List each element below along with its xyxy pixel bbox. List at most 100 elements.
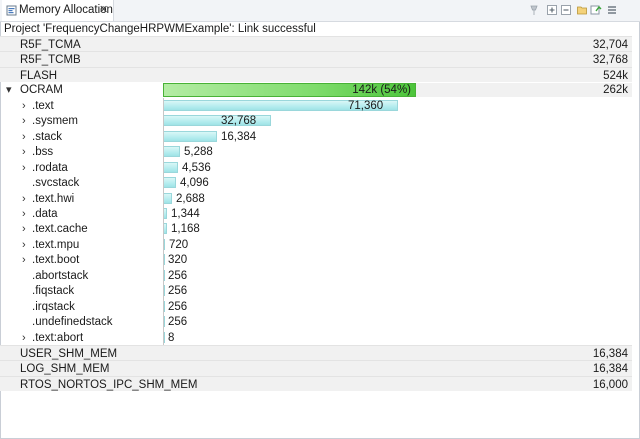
section-name: .bss (32, 146, 54, 159)
region-name: RTOS_NORTOS_IPC_SHM_MEM (20, 378, 198, 391)
section-size-value: 4,536 (182, 161, 211, 174)
chevron-right-icon[interactable]: › (22, 222, 26, 236)
section-row[interactable]: .undefinedstack 256 (0, 314, 632, 330)
close-icon[interactable]: ✕ (99, 3, 108, 17)
section-row[interactable]: › .stack 16,384 (0, 129, 632, 145)
section-size-value: 71,360 (348, 99, 384, 112)
memory-region-row[interactable]: LOG_SHM_MEM 16,384 (0, 360, 632, 376)
section-row[interactable]: › .sysmem 32,768 (0, 113, 632, 129)
open-file-icon[interactable] (576, 4, 588, 16)
section-row[interactable]: › .text.cache 1,168 (0, 221, 632, 237)
chevron-right-icon[interactable]: › (22, 114, 26, 128)
tab-memory-allocation[interactable]: Memory Allocation ✕ (2, 0, 114, 21)
section-row[interactable]: › .text.mpu 720 (0, 237, 632, 253)
ocram-free-area (416, 83, 632, 98)
section-size-bar (163, 161, 178, 173)
section-row[interactable]: › .text.boot 320 (0, 252, 632, 268)
view-menu-icon[interactable] (606, 4, 618, 16)
section-name: .text.mpu (32, 238, 80, 251)
chevron-right-icon[interactable]: › (22, 161, 26, 175)
section-name: .text (32, 99, 54, 112)
chevron-right-icon[interactable]: › (22, 331, 26, 345)
ocram-usage-label: 142k (54%) (352, 84, 411, 97)
region-size: 32,704 (592, 39, 628, 51)
region-name: R5F_TCMA (20, 39, 81, 51)
section-name: .irqstack (32, 300, 75, 313)
section-size-value: 2,688 (176, 192, 205, 205)
memory-region-row[interactable]: USER_SHM_MEM 16,384 (0, 345, 632, 361)
region-name: LOG_SHM_MEM (20, 363, 110, 376)
ocram-usage-bar: 142k (54%) (163, 83, 416, 98)
section-size-value: 256 (168, 285, 188, 298)
section-size-bar (163, 130, 217, 142)
section-name: .rodata (32, 161, 68, 174)
expand-all-icon[interactable] (546, 4, 558, 16)
section-name: .abortstack (32, 269, 89, 282)
section-row[interactable]: .fiqstack 256 (0, 283, 632, 299)
section-name: .undefinedstack (32, 316, 113, 329)
region-size: 32,768 (592, 54, 628, 67)
chevron-right-icon[interactable]: › (22, 145, 26, 159)
view-tab-bar: Memory Allocation ✕ (0, 0, 640, 22)
region-name: FLASH (20, 69, 58, 82)
section-name: .text:abort (32, 331, 84, 344)
region-size: 262k (603, 84, 628, 97)
bar-axis-line (163, 97, 164, 345)
section-size-bar (163, 146, 180, 158)
region-size: 16,384 (592, 363, 628, 376)
section-name: .fiqstack (32, 285, 75, 298)
region-name: OCRAM (20, 84, 63, 97)
region-size: 16,000 (592, 378, 628, 391)
collapse-all-icon[interactable] (560, 4, 572, 16)
region-size: 16,384 (592, 348, 628, 360)
memory-region-row-ocram[interactable]: ▾ OCRAM 142k (54%) 262k (0, 82, 632, 98)
section-name: .text.boot (32, 254, 80, 267)
pin-icon[interactable] (528, 4, 540, 16)
section-size-bar (163, 177, 176, 189)
region-size: 524k (603, 69, 628, 82)
section-size-value: 5,288 (184, 146, 213, 159)
section-row[interactable]: .irqstack 256 (0, 299, 632, 315)
section-row[interactable]: › .text.hwi 2,688 (0, 191, 632, 207)
section-row[interactable]: .svcstack 4,096 (0, 175, 632, 191)
section-size-value: 256 (168, 316, 188, 329)
section-size-value: 256 (168, 269, 188, 282)
chevron-right-icon[interactable]: › (22, 207, 26, 221)
section-size-value: 320 (168, 254, 188, 267)
memory-region-row[interactable]: RTOS_NORTOS_IPC_SHM_MEM 16,000 (0, 375, 632, 392)
section-name: .sysmem (32, 115, 78, 128)
section-size-value: 1,344 (171, 207, 200, 220)
section-row[interactable]: › .text:abort 8 (0, 330, 632, 346)
memory-region-row[interactable]: FLASH 524k (0, 66, 632, 83)
memory-region-row[interactable]: R5F_TCMA 32,704 (0, 36, 632, 52)
section-row[interactable]: › .rodata 4,536 (0, 160, 632, 176)
section-row[interactable]: › .data 1,344 (0, 206, 632, 222)
section-size-value: 16,384 (221, 130, 257, 143)
chevron-right-icon[interactable]: › (22, 99, 26, 113)
region-name: USER_SHM_MEM (20, 348, 118, 360)
memory-view-icon (6, 5, 17, 16)
chevron-right-icon[interactable]: › (22, 253, 26, 267)
section-size-value: 720 (169, 238, 189, 251)
link-status: Project 'FrequencyChangeHRPWMExample': L… (4, 23, 316, 35)
section-size-bar (163, 192, 172, 204)
section-row[interactable]: › .text 71,360 (0, 98, 632, 114)
section-size-value: 1,168 (171, 223, 200, 236)
section-name: .data (32, 207, 58, 220)
section-name: .text.cache (32, 223, 88, 236)
chevron-down-icon[interactable]: ▾ (6, 83, 12, 97)
section-row[interactable]: › .bss 5,288 (0, 144, 632, 160)
section-row[interactable]: .abortstack 256 (0, 268, 632, 284)
memory-region-row[interactable]: R5F_TCMB 32,768 (0, 51, 632, 67)
region-name: R5F_TCMB (20, 54, 81, 67)
section-name: .stack (32, 130, 63, 143)
chevron-right-icon[interactable]: › (22, 130, 26, 144)
chevron-right-icon[interactable]: › (22, 192, 26, 206)
chevron-right-icon[interactable]: › (22, 238, 26, 252)
section-size-value: 8 (168, 331, 175, 344)
section-name: .text.hwi (32, 192, 75, 205)
section-name: .svcstack (32, 177, 80, 190)
section-size-value: 32,768 (221, 115, 257, 128)
section-size-value: 4,096 (180, 177, 209, 190)
refresh-icon[interactable] (590, 4, 602, 16)
